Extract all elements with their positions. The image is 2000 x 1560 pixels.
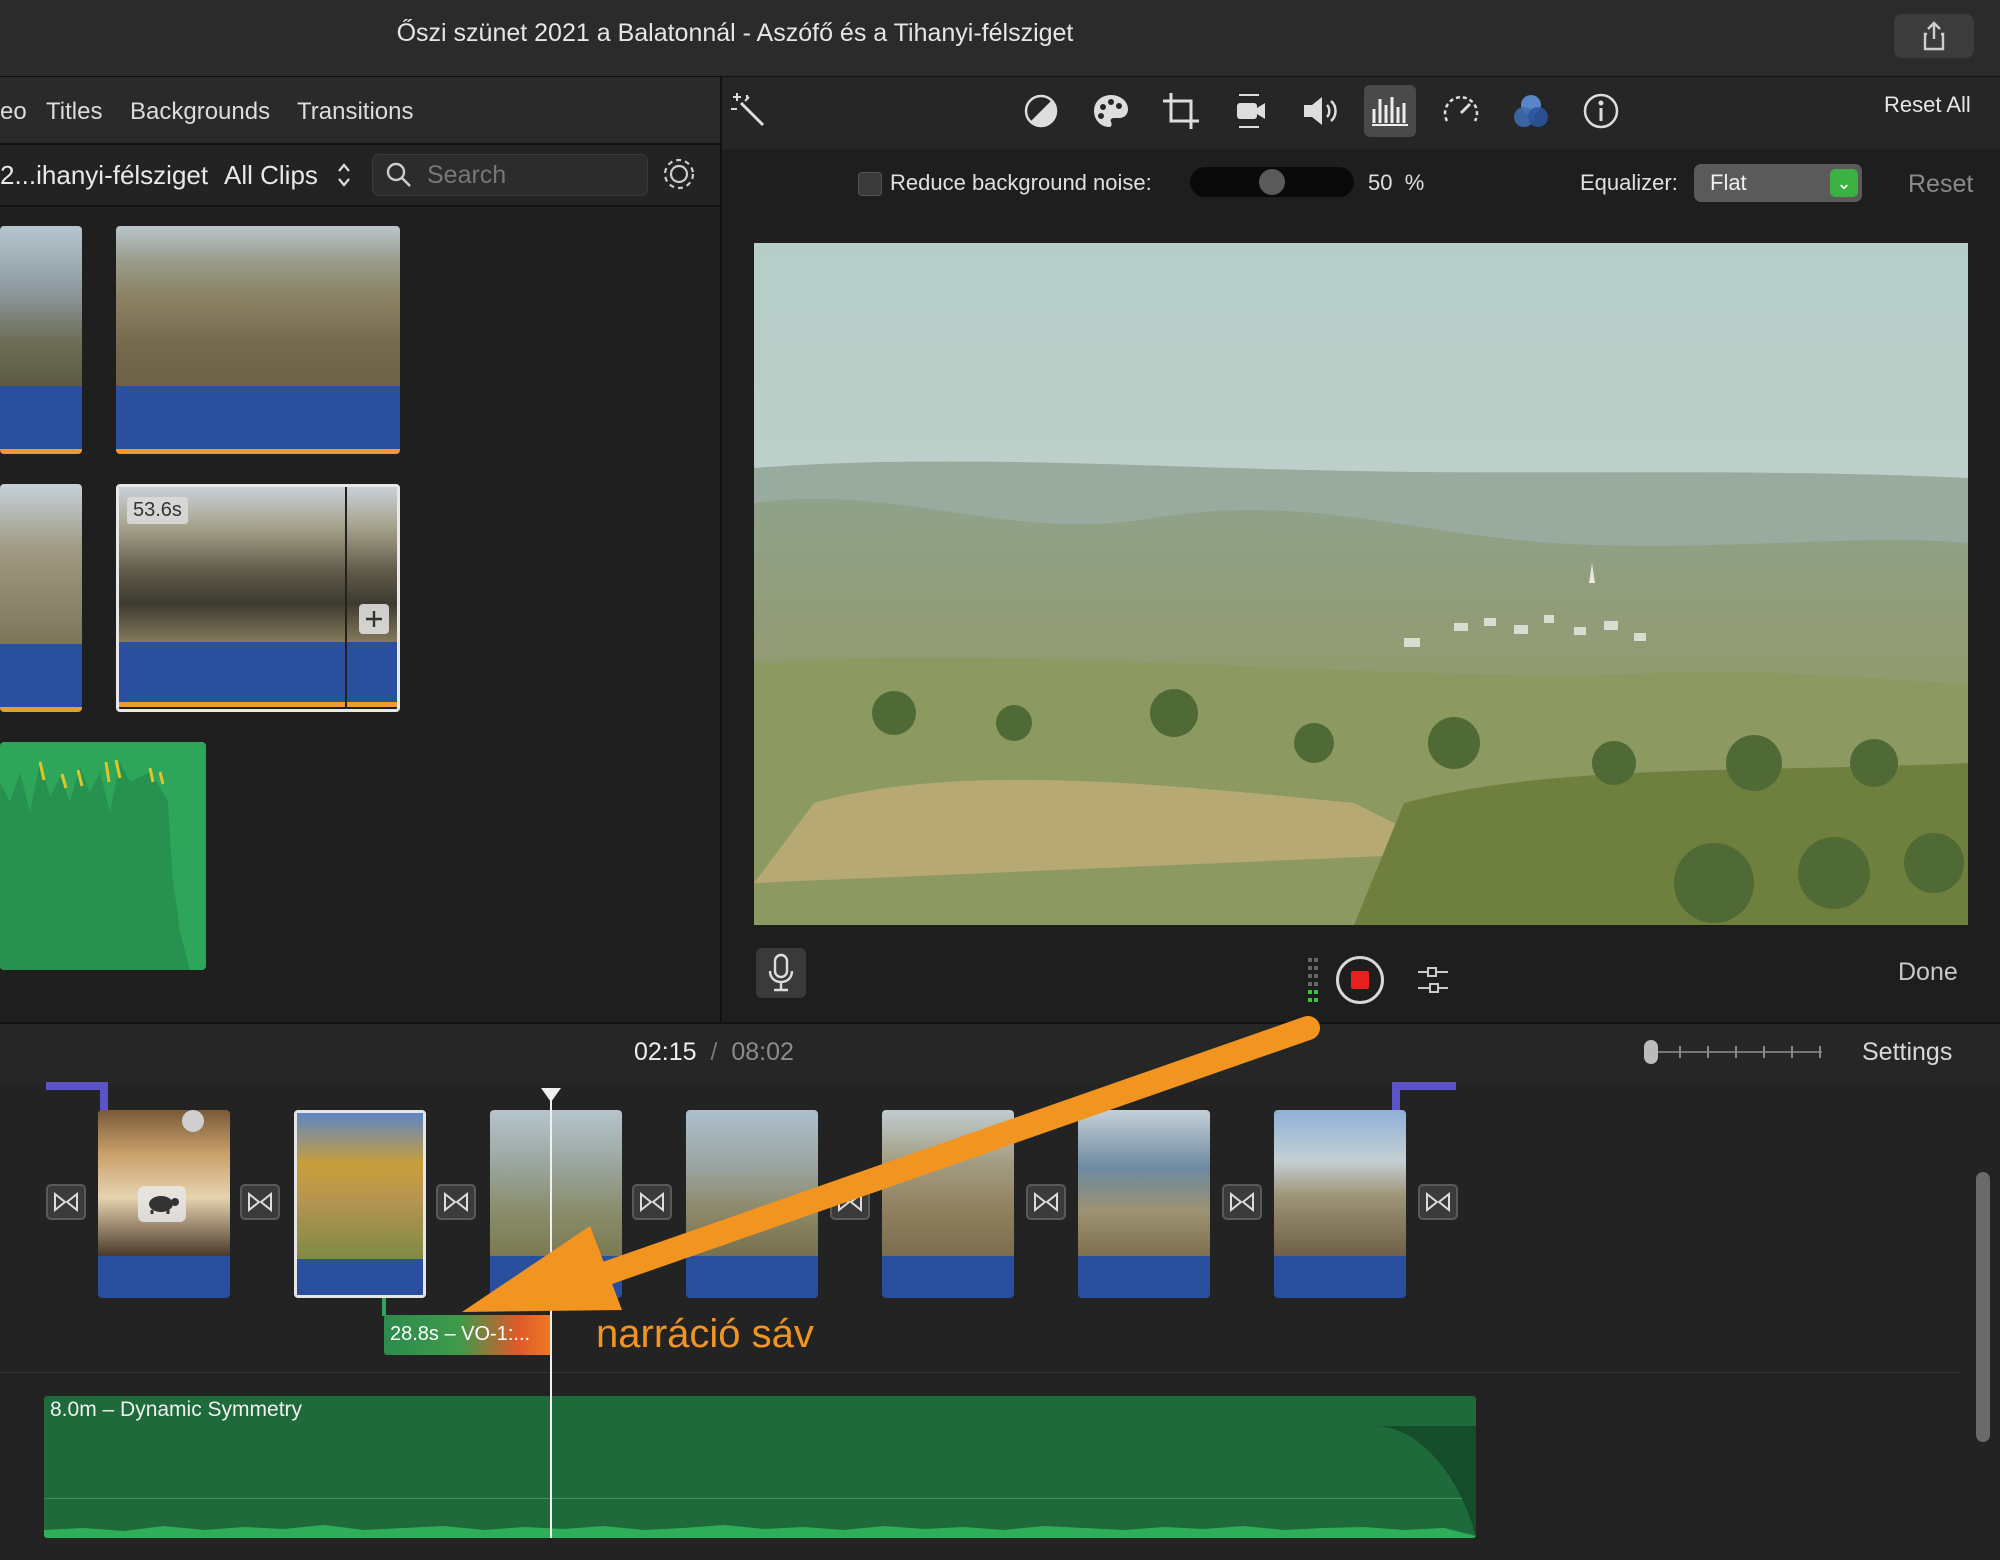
transition-icon [248,1192,272,1212]
record-button[interactable] [1336,956,1384,1004]
music-clip-label: 8.0m – Dynamic Symmetry [50,1398,303,1421]
microphone-icon [768,953,794,992]
transition-icon [1426,1192,1450,1212]
noise-percent: 50 % [1368,170,1424,196]
audio-waveform [0,759,190,970]
equalizer-label: Equalizer: [1580,170,1678,195]
updown-chevron-icon[interactable] [336,161,352,189]
transition-icon [54,1192,78,1212]
crop-icon [1163,93,1199,129]
reduce-noise-label: Reduce background noise: [890,170,1152,195]
plus-icon [366,611,382,627]
fade-out-handle[interactable] [1374,1426,1476,1538]
reduce-noise-checkbox[interactable] [858,172,882,196]
zoom-slider[interactable] [1642,1036,1828,1068]
color-palette-icon [1094,95,1128,127]
info-icon [1583,93,1619,129]
tab-transitions[interactable]: Transitions [297,77,413,143]
timeline-scrollbar[interactable] [1976,1172,1990,1442]
reset-all-button[interactable]: Reset All [1884,92,1971,118]
music-waveform [44,1525,1476,1538]
search-placeholder: Search [427,161,507,189]
chevron-down-icon[interactable]: ⌄ [1830,169,1858,197]
voiceover-connector [382,1298,386,1316]
video-preview [754,243,1968,925]
annotation-arrow [462,1016,1320,1312]
clip-info-button[interactable] [1578,88,1624,134]
speed-icon [1443,96,1479,122]
clip-filter-icon [1514,95,1548,127]
landscape-preview-image [754,243,1968,925]
volume-icon [1304,97,1337,125]
clip-duration-badge: 53.6s [127,497,188,524]
voiceover-button[interactable] [756,948,806,998]
browser-filter-bar: 2...ihanyi-félsziget All Clips Search [0,145,720,207]
voiceover-options-icon[interactable] [1416,964,1450,996]
share-icon [1923,21,1945,51]
tab-backgrounds[interactable]: Backgrounds [130,77,270,143]
timeline-clip-1[interactable] [98,1110,230,1298]
color-balance-icon [1024,94,1058,128]
search-icon [386,162,411,187]
color-correction-button[interactable] [1088,88,1134,134]
add-clip-button[interactable] [359,604,389,634]
noise-equalizer-button[interactable] [1364,85,1416,137]
transition-button[interactable] [1418,1184,1458,1220]
browser-audio-clip[interactable] [0,742,206,970]
browser-clip-selected[interactable]: 53.6s [116,484,400,712]
clip-filter-select[interactable]: All Clips [224,145,318,205]
timeline-clip-2-selected[interactable] [294,1110,426,1298]
volume-button[interactable] [1298,88,1344,134]
speed-button[interactable] [1438,88,1484,134]
tab-titles[interactable]: Titles [46,77,102,143]
audio-level-meter [1308,958,1318,1002]
search-field[interactable]: Search [372,154,648,196]
adjustments-toolbar [722,77,2000,149]
window-title: Őszi szünet 2021 a Balatonnál - Aszófő é… [396,19,1074,47]
equalizer-value: Flat [1710,170,1747,195]
crop-button[interactable] [1158,88,1204,134]
audio-equalizer-icon [1372,97,1408,126]
browser-clip-2[interactable] [116,226,400,454]
reset-button[interactable]: Reset [1908,170,1973,199]
transition-button[interactable] [240,1184,280,1220]
stabilization-button[interactable] [1228,88,1274,134]
browser-clip-3[interactable] [0,484,82,712]
gear-icon[interactable] [660,155,698,193]
stabilization-icon [1237,94,1265,128]
background-music-clip[interactable]: 8.0m – Dynamic Symmetry [44,1396,1476,1538]
transition-button[interactable] [46,1184,86,1220]
record-icon [1351,971,1369,989]
tab-video[interactable]: eo [0,77,27,143]
event-name: 2...ihanyi-félsziget [0,160,209,190]
turtle-icon [149,1196,179,1214]
track-divider [0,1372,1960,1373]
voiceover-clip-label: 28.8s – VO-1:... [390,1323,531,1345]
clip-filter-button[interactable] [1508,88,1554,134]
share-button[interactable] [1894,14,1974,58]
magic-wand-icon [731,93,765,127]
slow-motion-badge [138,1186,186,1222]
color-balance-button[interactable] [1018,88,1064,134]
enhance-button[interactable] [726,88,772,134]
timeline-settings-button[interactable]: Settings [1862,1038,1952,1067]
noise-unit: % [1404,170,1425,195]
voiceover-clip[interactable]: 28.8s – VO-1:... [384,1315,552,1355]
noise-slider-knob[interactable] [1259,169,1285,195]
clip-marker-icon [182,1110,204,1132]
library-tabs: eo Titles Backgrounds Transitions [0,77,720,145]
browser-clip-1[interactable] [0,226,82,454]
noise-value: 50 [1368,170,1393,195]
volume-line[interactable] [44,1498,1476,1499]
done-button[interactable]: Done [1898,958,1958,987]
